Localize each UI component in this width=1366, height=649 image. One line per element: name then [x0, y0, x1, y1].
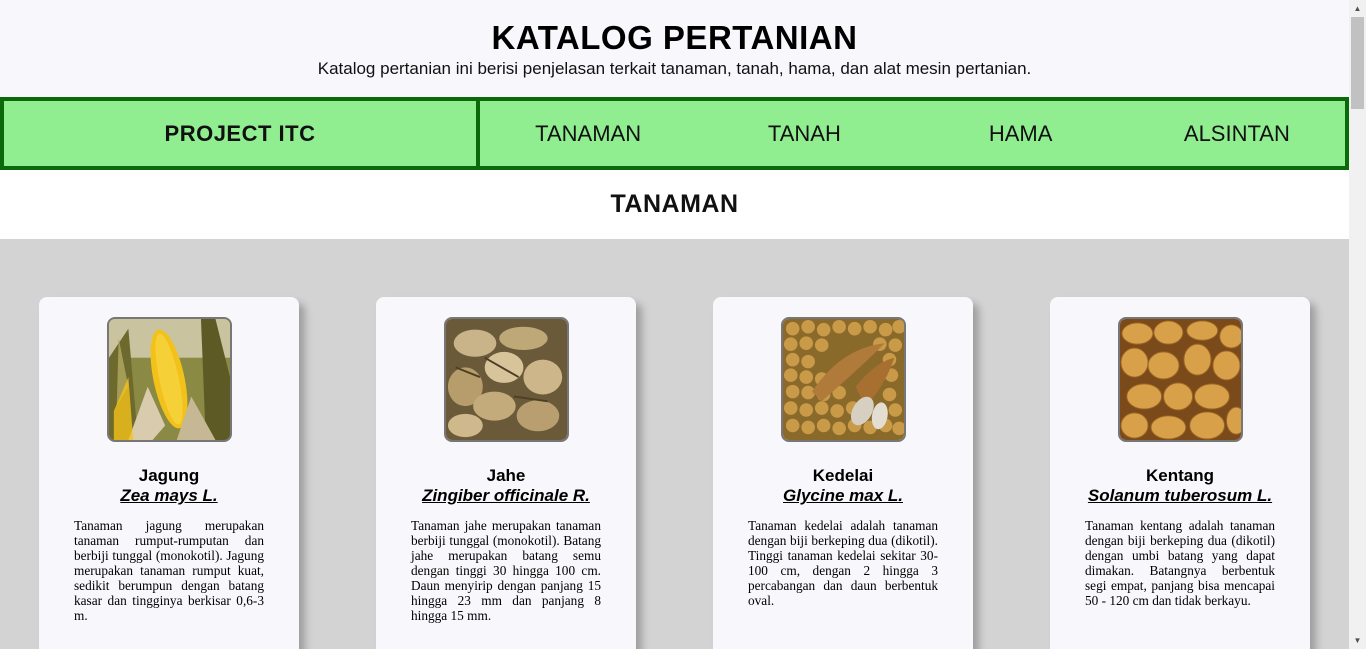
nav-links: TANAMAN TANAH HAMA ALSINTAN	[480, 101, 1345, 166]
card-name: Kentang	[1146, 466, 1214, 485]
card-latin-link[interactable]: Glycine max L.	[783, 486, 903, 505]
vertical-scrollbar[interactable]: ▲ ▼	[1349, 0, 1366, 649]
card-latin-link[interactable]: Zingiber officinale R.	[422, 486, 590, 505]
ginger-photo	[445, 319, 567, 440]
potato-photo	[1119, 319, 1241, 440]
nav-link-tanah[interactable]: TANAH	[696, 121, 912, 147]
nav-link-alsintan[interactable]: ALSINTAN	[1129, 121, 1345, 147]
card-description: Tanaman kedelai adalah tanaman dengan bi…	[748, 518, 938, 608]
scroll-up-arrow-icon[interactable]: ▲	[1349, 0, 1366, 17]
soybean-photo	[782, 319, 904, 440]
card-description: Tanaman kentang adalah tanaman dengan bi…	[1085, 518, 1275, 608]
card-name: Jagung	[138, 466, 200, 485]
site-header: KATALOG PERTANIAN Katalog pertanian ini …	[0, 0, 1349, 97]
card-kentang: Kentang Solanum tuberosum L. Tanaman ken…	[1050, 297, 1310, 649]
card-description: Tanaman jagung merupakan tanaman rumput-…	[74, 518, 264, 623]
soybean-image	[780, 317, 906, 442]
page: KATALOG PERTANIAN Katalog pertanian ini …	[0, 0, 1349, 649]
card-kedelai: Kedelai Glycine max L. Tanaman kedelai a…	[713, 297, 973, 649]
potato-image	[1117, 317, 1243, 442]
main-nav: PROJECT ITC TANAMAN TANAH HAMA ALSINTAN	[0, 97, 1349, 170]
site-title: KATALOG PERTANIAN	[491, 19, 858, 56]
section-title: TANAMAN	[610, 190, 739, 218]
ginger-image	[443, 317, 569, 442]
corn-image	[106, 317, 232, 442]
card-description: Tanaman jahe merupakan tanaman berbiji t…	[411, 518, 601, 623]
nav-brand[interactable]: PROJECT ITC	[4, 101, 480, 166]
nav-link-hama[interactable]: HAMA	[913, 121, 1129, 147]
site-subtitle: Katalog pertanian ini berisi penjelasan …	[317, 59, 1032, 78]
card-jagung: Jagung Zea mays L. Tanaman jagung merupa…	[39, 297, 299, 649]
card-latin-link[interactable]: Solanum tuberosum L.	[1088, 486, 1272, 505]
section-header: TANAMAN	[0, 170, 1349, 239]
nav-link-tanaman[interactable]: TANAMAN	[480, 121, 696, 147]
corn-photo	[108, 319, 230, 440]
card-name: Kedelai	[812, 466, 874, 485]
scrollbar-thumb[interactable]	[1351, 17, 1364, 109]
scroll-down-arrow-icon[interactable]: ▼	[1349, 632, 1366, 649]
card-jahe: Jahe Zingiber officinale R. Tanaman jahe…	[376, 297, 636, 649]
card-latin-link[interactable]: Zea mays L.	[120, 486, 217, 505]
card-name: Jahe	[486, 466, 526, 485]
catalog-grid: Jagung Zea mays L. Tanaman jagung merupa…	[0, 239, 1349, 649]
